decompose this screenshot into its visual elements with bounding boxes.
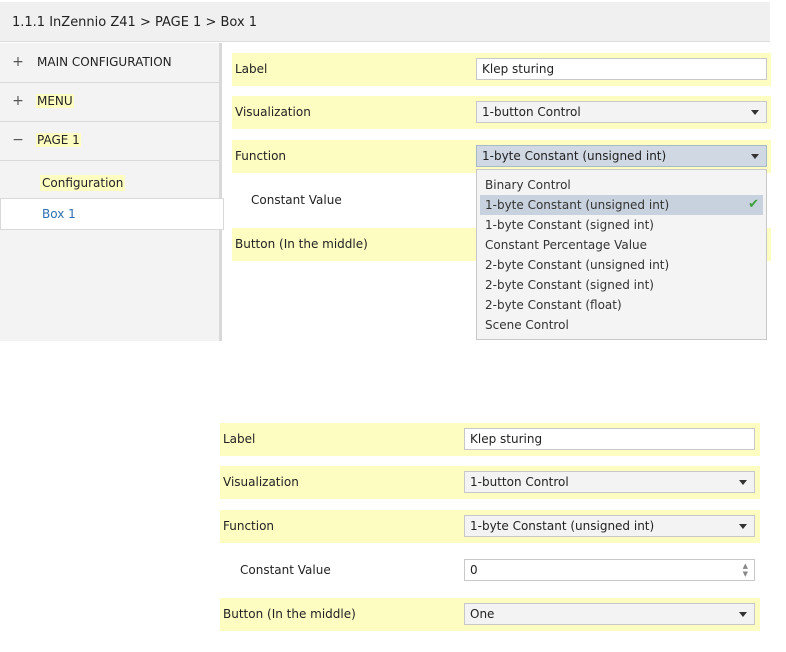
chevron-down-icon <box>739 612 747 617</box>
chevron-down-icon <box>739 524 747 529</box>
top-screenshot: 1.1.1 InZennio Z41 > PAGE 1 > Box 1 + MA… <box>0 0 786 343</box>
param-label: Button (In the middle) <box>223 607 356 621</box>
sidebar-item-label: PAGE 1 <box>36 133 81 147</box>
button-select[interactable]: One <box>464 603 755 625</box>
collapse-icon[interactable]: − <box>12 132 24 148</box>
function-dropdown-list: Binary Control 1-byte Constant (unsigned… <box>476 169 767 340</box>
param-row-constant-value: Constant Value <box>232 184 472 217</box>
param-label: Function <box>223 519 275 533</box>
param-label: Visualization <box>223 475 299 489</box>
dropdown-option[interactable]: Scene Control <box>480 315 763 335</box>
param-label: Visualization <box>235 105 311 119</box>
sidebar-subitem-configuration[interactable]: Configuration <box>0 168 219 198</box>
select-value: 1-button Control <box>482 105 581 119</box>
sidebar-item-main-configuration[interactable]: + MAIN CONFIGURATION <box>0 43 219 83</box>
check-icon: ✔ <box>748 197 759 212</box>
expand-icon[interactable]: + <box>12 93 24 109</box>
chevron-down-icon <box>751 154 759 159</box>
stepper-value: 0 <box>470 563 478 577</box>
expand-icon[interactable]: + <box>12 54 24 70</box>
dropdown-option[interactable]: Binary Control <box>480 175 763 195</box>
select-value: 1-button Control <box>470 475 569 489</box>
dropdown-option[interactable]: 2-byte Constant (unsigned int) <box>480 255 763 275</box>
breadcrumb: 1.1.1 InZennio Z41 > PAGE 1 > Box 1 <box>0 2 770 42</box>
sidebar-item-label: MAIN CONFIGURATION <box>37 55 172 69</box>
param-label: Constant Value <box>240 563 331 577</box>
sidebar-item-menu[interactable]: + MENU <box>0 82 219 122</box>
sidebar-item-page-1[interactable]: − PAGE 1 <box>0 121 219 161</box>
dropdown-option[interactable]: 1-byte Constant (signed int) <box>480 215 763 235</box>
constant-value-stepper[interactable]: 0 ▲ ▼ <box>464 559 755 581</box>
param-label: Label <box>223 432 256 446</box>
function-select[interactable]: 1-byte Constant (unsigned int) <box>476 145 767 167</box>
label-input[interactable]: Klep sturing <box>464 428 755 450</box>
select-value: 1-byte Constant (unsigned int) <box>482 149 667 163</box>
sidebar-subitem-box-1[interactable]: Box 1 <box>0 198 224 230</box>
sidebar-subitem-label: Box 1 <box>42 207 76 221</box>
dropdown-option-label: 1-byte Constant (unsigned int) <box>485 198 670 212</box>
param-row-constant-value: Constant Value <box>220 554 460 587</box>
sidebar-item-label: MENU <box>36 94 74 108</box>
param-label: Function <box>235 149 287 163</box>
param-label: Constant Value <box>251 193 342 207</box>
function-select[interactable]: 1-byte Constant (unsigned int) <box>464 515 755 537</box>
dropdown-option-selected[interactable]: 1-byte Constant (unsigned int) ✔ <box>480 195 763 215</box>
dropdown-option[interactable]: 2-byte Constant (signed int) <box>480 275 763 295</box>
select-value: 1-byte Constant (unsigned int) <box>470 519 655 533</box>
chevron-down-icon <box>739 480 747 485</box>
dropdown-option[interactable]: Constant Percentage Value <box>480 235 763 255</box>
dropdown-option[interactable]: 2-byte Constant (float) <box>480 295 763 315</box>
visualization-select[interactable]: 1-button Control <box>476 101 767 123</box>
param-label: Label <box>235 62 268 76</box>
select-value: One <box>470 607 495 621</box>
sidebar-subitem-label: Configuration <box>40 175 126 191</box>
chevron-down-icon <box>751 110 759 115</box>
spin-arrows-icon[interactable]: ▲ ▼ <box>743 562 748 578</box>
param-label: Button (In the middle) <box>235 237 368 251</box>
bottom-screenshot: Label Klep sturing Visualization 1-butto… <box>0 343 786 652</box>
label-input[interactable]: Klep sturing <box>476 58 767 80</box>
visualization-select[interactable]: 1-button Control <box>464 471 755 493</box>
sidebar: + MAIN CONFIGURATION + MENU − PAGE 1 Con… <box>0 43 224 341</box>
